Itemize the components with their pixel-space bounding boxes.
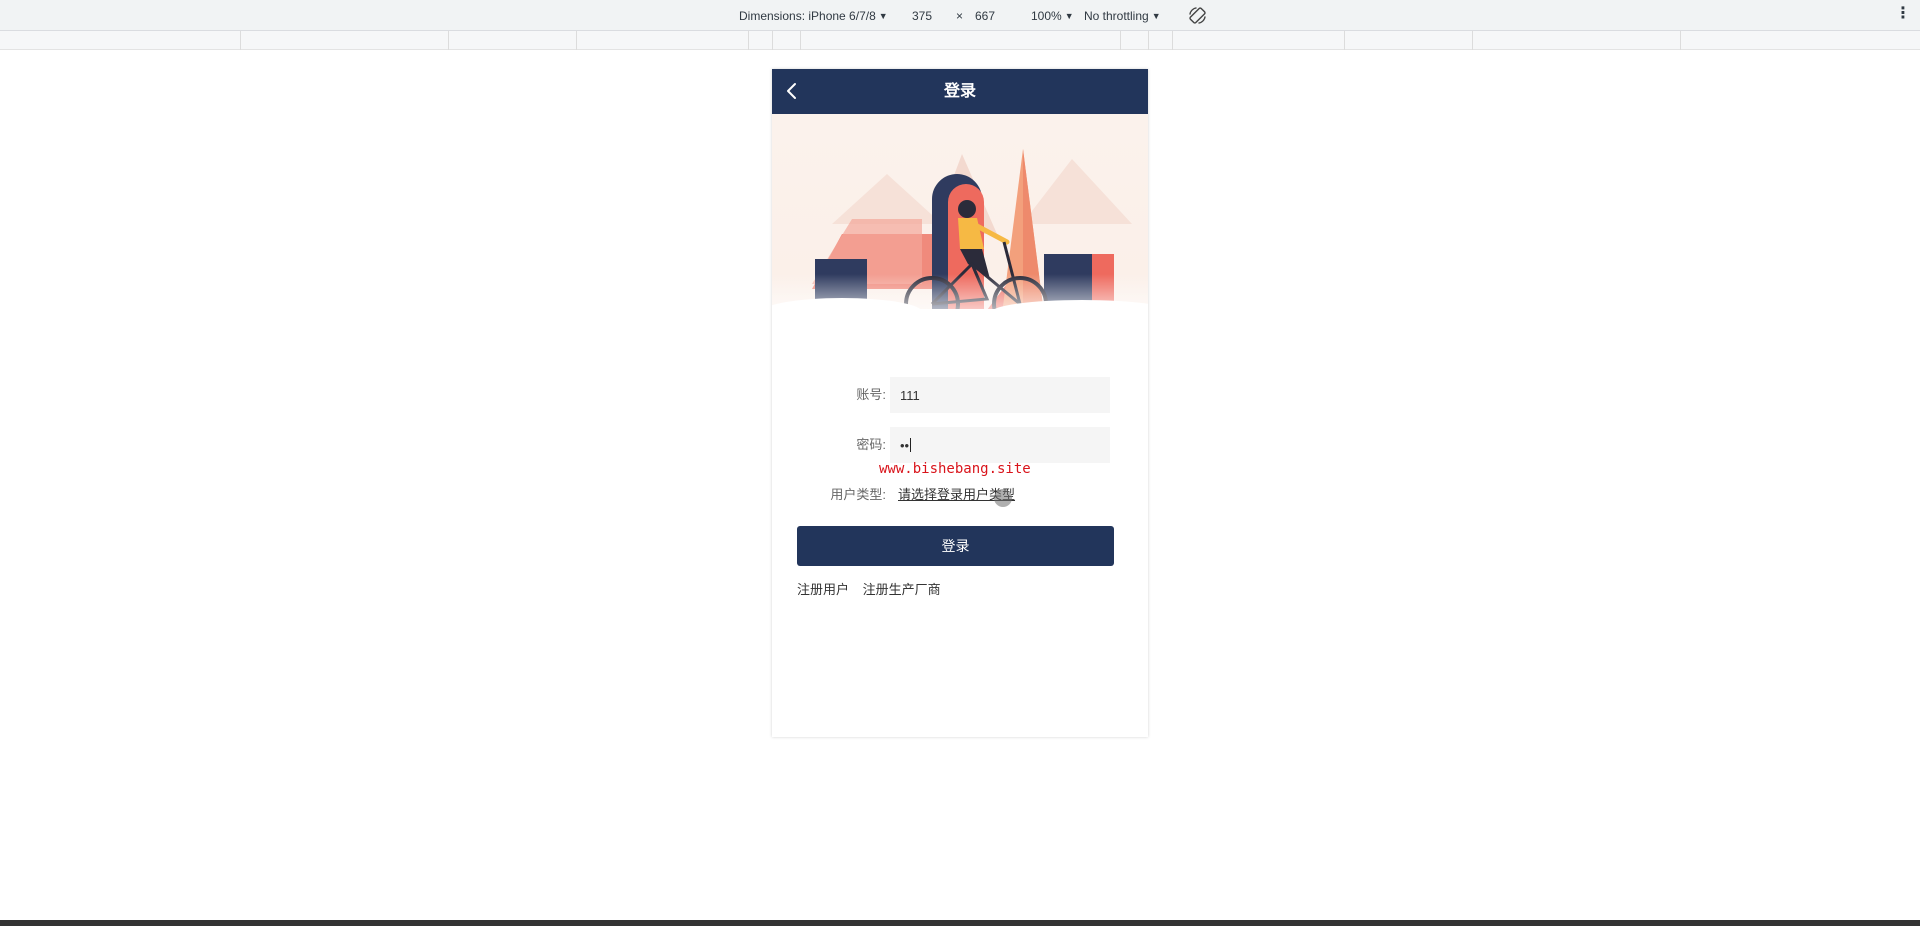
- height-input[interactable]: 667: [975, 9, 1017, 23]
- user-type-row: 用户类型: 请选择登录用户类型: [772, 477, 1148, 513]
- zoom-select[interactable]: 100% ▼: [1031, 9, 1074, 23]
- phone-viewport: 登录 账号: 111 密码: •• 用户类型: 请选择登录用户类型 www.bi…: [772, 69, 1148, 737]
- ruler-segment[interactable]: [1472, 31, 1473, 50]
- account-label: 账号:: [856, 387, 886, 402]
- ruler-segment[interactable]: [1344, 31, 1345, 50]
- device-select-label: Dimensions: iPhone 6/7/8: [739, 9, 876, 23]
- ruler-segment[interactable]: [1680, 31, 1681, 50]
- ruler-segment[interactable]: [1120, 31, 1121, 50]
- login-button[interactable]: 登录: [797, 526, 1114, 566]
- ruler-segment[interactable]: [772, 31, 773, 50]
- throttling-select[interactable]: No throttling ▼: [1084, 9, 1161, 23]
- page-title: 登录: [943, 83, 976, 100]
- register-manufacturer-link[interactable]: 注册生产厂商: [863, 582, 941, 597]
- ruler-segment[interactable]: [576, 31, 577, 50]
- user-type-label: 用户类型:: [830, 487, 886, 502]
- width-input[interactable]: 375: [912, 9, 954, 23]
- ruler-segment[interactable]: [240, 31, 241, 50]
- more-options-icon[interactable]: ⋮: [1895, 6, 1911, 22]
- ruler-segment[interactable]: [800, 31, 801, 50]
- caret-down-icon: ▼: [878, 11, 888, 21]
- dimension-times: ×: [956, 9, 964, 23]
- devtools-toolbar: Dimensions: iPhone 6/7/8 ▼ 375 × 667 100…: [0, 0, 1920, 31]
- throttling-label: No throttling: [1084, 9, 1149, 23]
- password-input[interactable]: ••: [890, 427, 1110, 463]
- account-value: 111: [900, 387, 920, 403]
- register-user-link[interactable]: 注册用户: [797, 582, 849, 597]
- back-arrow-icon[interactable]: [782, 80, 804, 102]
- taskbar-strip: [0, 920, 1920, 926]
- register-links: 注册用户 注册生产厂商: [797, 579, 951, 598]
- password-row: 密码: ••: [772, 427, 1148, 463]
- account-row: 账号: 111: [772, 377, 1148, 413]
- rotate-icon[interactable]: [1188, 6, 1207, 25]
- ruler-segment[interactable]: [1172, 31, 1173, 50]
- watermark: www.bishebang.site: [879, 461, 1031, 477]
- text-cursor: [910, 438, 912, 452]
- pointer-cursor: [994, 489, 1012, 507]
- ruler-segment[interactable]: [448, 31, 449, 50]
- caret-down-icon: ▼: [1064, 11, 1074, 21]
- password-label: 密码:: [856, 437, 886, 452]
- cyclist-illustration: [772, 114, 1148, 329]
- account-input[interactable]: 111: [890, 377, 1110, 413]
- caret-down-icon: ▼: [1151, 11, 1161, 21]
- ruler-segment[interactable]: [1148, 31, 1149, 50]
- device-select[interactable]: Dimensions: iPhone 6/7/8 ▼: [739, 9, 888, 23]
- zoom-label: 100%: [1031, 9, 1062, 23]
- ruler-segment[interactable]: [748, 31, 749, 50]
- password-value: ••: [900, 437, 910, 453]
- media-query-ruler: [0, 31, 1920, 50]
- nav-bar: 登录: [772, 69, 1148, 114]
